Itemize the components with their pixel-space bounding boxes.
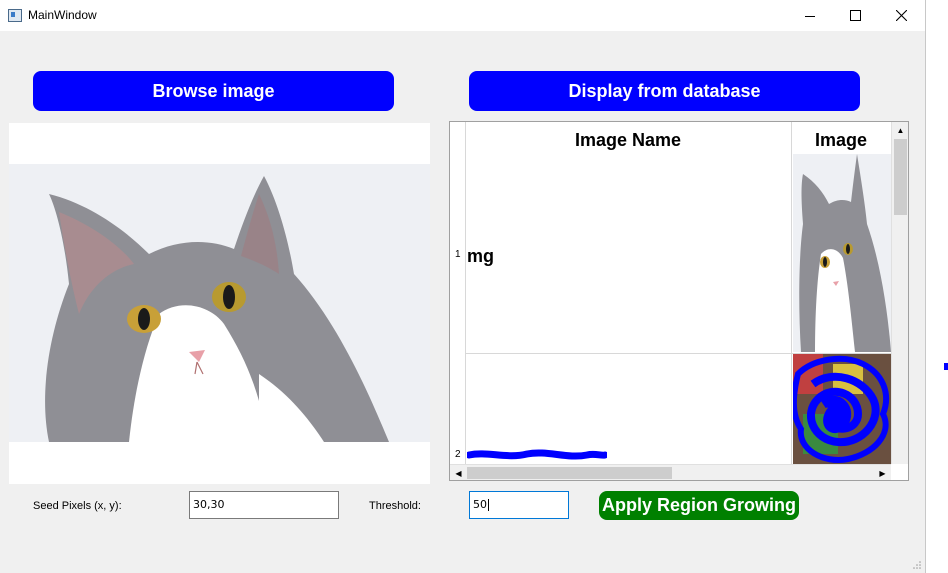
row-number[interactable]: 2 bbox=[455, 449, 461, 460]
window-title: MainWindow bbox=[28, 8, 97, 22]
apply-region-growing-button[interactable]: Apply Region Growing bbox=[599, 491, 799, 520]
vertical-scroll-thumb[interactable] bbox=[894, 139, 907, 215]
scroll-up-icon[interactable]: ▲ bbox=[892, 122, 908, 139]
main-window: MainWindow Browse image Display from dat… bbox=[0, 0, 926, 573]
size-grip-icon[interactable] bbox=[912, 560, 922, 570]
seed-pixels-label: Seed Pixels (x, y): bbox=[33, 500, 122, 512]
table-cell-image[interactable] bbox=[793, 154, 891, 352]
threshold-input[interactable]: 50 bbox=[469, 491, 569, 519]
maximize-button[interactable] bbox=[833, 0, 879, 31]
threshold-value: 50 bbox=[473, 498, 487, 511]
column-header-image-name[interactable]: Image Name bbox=[465, 122, 791, 154]
cat-photo bbox=[9, 164, 430, 442]
horizontal-scrollbar[interactable]: ◀ ▶ bbox=[450, 464, 891, 480]
column-divider bbox=[791, 122, 792, 464]
browse-image-button[interactable]: Browse image bbox=[33, 71, 394, 111]
text-caret bbox=[488, 499, 489, 511]
scroll-right-icon[interactable]: ▶ bbox=[874, 465, 891, 480]
seed-pixels-value: 30,30 bbox=[193, 498, 225, 511]
row-number[interactable]: 1 bbox=[455, 249, 461, 260]
threshold-label: Threshold: bbox=[369, 500, 421, 512]
seed-pixels-input[interactable]: 30,30 bbox=[189, 491, 339, 519]
display-from-database-button[interactable]: Display from database bbox=[469, 71, 860, 111]
title-bar: MainWindow bbox=[0, 0, 925, 31]
database-table: Image Name Image 1 mg 2 ▲ ◀ ▶ bbox=[449, 121, 909, 481]
table-cell-image[interactable] bbox=[793, 354, 891, 464]
horizontal-scroll-thumb[interactable] bbox=[467, 467, 672, 479]
close-button[interactable] bbox=[879, 0, 925, 31]
edge-artifact bbox=[944, 363, 948, 370]
image-display bbox=[9, 123, 430, 484]
column-header-image[interactable]: Image bbox=[792, 122, 890, 154]
close-icon bbox=[896, 10, 907, 21]
minimize-button[interactable] bbox=[787, 0, 833, 31]
table-cell-name[interactable]: mg bbox=[467, 246, 494, 267]
row-header-column bbox=[450, 122, 466, 464]
scroll-left-icon[interactable]: ◀ bbox=[450, 465, 467, 480]
redaction-scribble bbox=[467, 449, 607, 460]
app-icon bbox=[8, 9, 22, 22]
vertical-scrollbar[interactable]: ▲ bbox=[891, 122, 908, 464]
